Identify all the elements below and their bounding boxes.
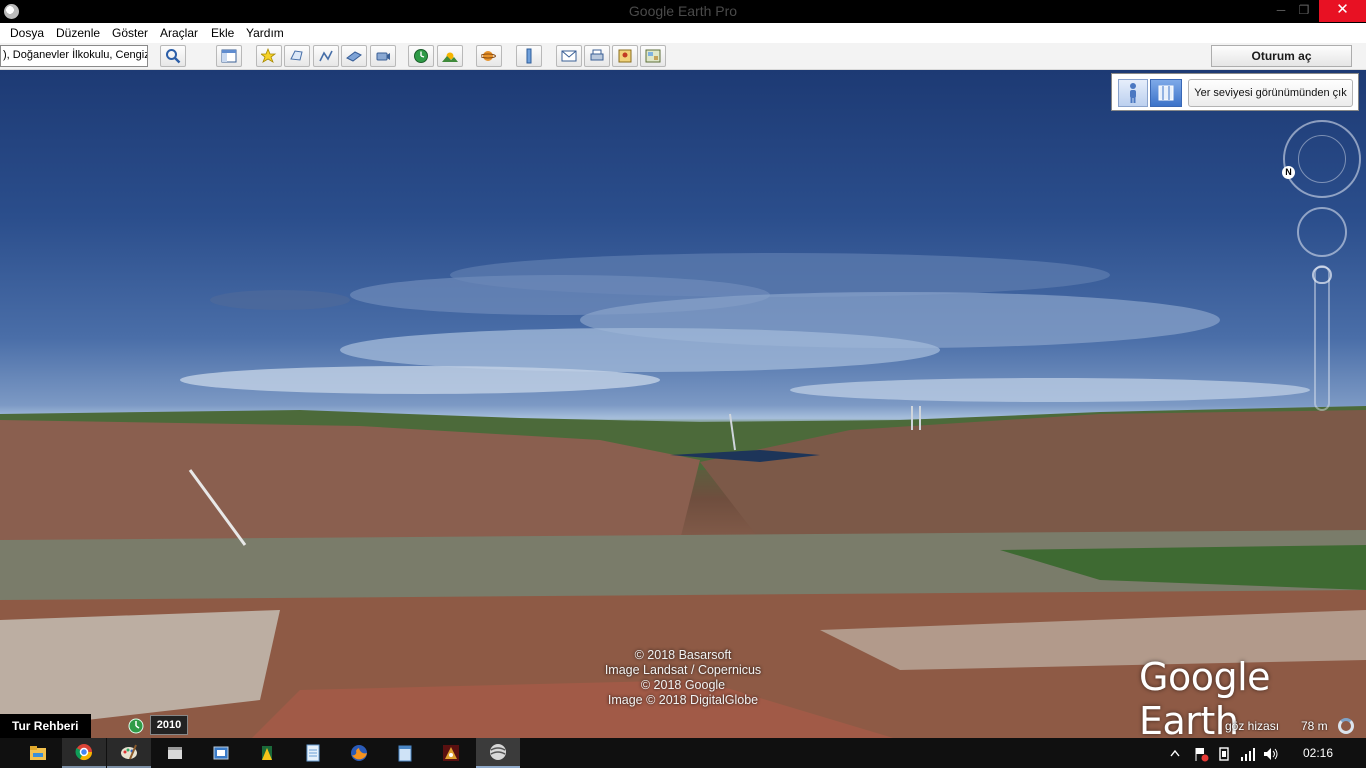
- taskbar-app-window[interactable]: [153, 738, 197, 768]
- sidebar-toggle-button[interactable]: [216, 45, 242, 67]
- notes-icon: [398, 745, 412, 762]
- add-image-overlay-button[interactable]: [341, 45, 367, 67]
- image-overlay-icon: [346, 51, 362, 62]
- sign-in-button[interactable]: Oturum aç: [1211, 45, 1352, 67]
- menu-help[interactable]: Yardım: [246, 26, 284, 40]
- ruler-button[interactable]: [516, 45, 542, 67]
- sunlight-icon: [442, 52, 458, 62]
- menu-edit[interactable]: Düzenle: [56, 26, 100, 40]
- menu-tools[interactable]: Araçlar: [160, 26, 198, 40]
- taskbar-game[interactable]: [429, 738, 473, 768]
- menu-add[interactable]: Ekle: [211, 26, 234, 40]
- search-button[interactable]: [160, 45, 186, 67]
- attribution-line: Image © 2018 DigitalGlobe: [607, 693, 759, 707]
- email-button[interactable]: [556, 45, 582, 67]
- taskbar-visual-app[interactable]: [245, 738, 289, 768]
- save-image-button[interactable]: [612, 45, 638, 67]
- firefox-icon: [351, 745, 367, 761]
- windows-taskbar: 02:16: [0, 738, 1366, 768]
- print-icon: [590, 49, 604, 61]
- taskbar-task-window[interactable]: [199, 738, 243, 768]
- save-image-icon: [618, 49, 632, 63]
- polygon-icon: [290, 50, 303, 61]
- historical-imagery-clock-icon[interactable]: [128, 718, 144, 734]
- imagery-attribution: © 2018 Basarsoft Image Landsat / Coperni…: [560, 648, 806, 708]
- exit-ground-level-button[interactable]: Yer seviyesi görünümünden çık: [1188, 79, 1353, 107]
- app-window-icon: [168, 747, 182, 759]
- planets-button[interactable]: [476, 45, 502, 67]
- altitude-readout: 78 m: [1301, 719, 1328, 733]
- attribution-line: © 2018 Basarsoft: [634, 648, 732, 662]
- taskbar-firefox[interactable]: [337, 738, 381, 768]
- historical-imagery-icon: [414, 49, 428, 63]
- eye-level-label: göz hizası: [1225, 719, 1280, 733]
- network-signal-icon[interactable]: [1240, 746, 1256, 762]
- record-tour-icon: [376, 52, 390, 61]
- window-title: Google Earth Pro: [628, 3, 738, 19]
- menu-bar: Dosya Düzenle Göster Araçlar Ekle Yardım: [0, 23, 1366, 43]
- person-icon: [1130, 83, 1136, 103]
- cloud-layer: [180, 253, 1310, 402]
- planets-icon: [481, 51, 496, 61]
- title-bar: Google Earth Pro ─ ❐ ✕: [0, 0, 1366, 23]
- google-earth-icon: [490, 744, 506, 760]
- toolbar: ), Doğanevler İlkokulu, Cengiz Topel: [0, 43, 1366, 70]
- attribution-line: © 2018 Google: [640, 678, 726, 692]
- zoom-slider-handle[interactable]: [1311, 265, 1333, 285]
- taskbar-google-earth[interactable]: [476, 738, 520, 768]
- search-icon: [166, 49, 181, 64]
- look-joystick-center[interactable]: [1298, 135, 1346, 183]
- view-in-maps-icon: [645, 49, 661, 63]
- search-input[interactable]: ), Doğanevler İlkokulu, Cengiz Topel: [0, 45, 148, 67]
- taskbar-clock[interactable]: 02:16: [1303, 746, 1333, 760]
- notepad-icon: [306, 744, 320, 762]
- streaming-progress-icon: [1338, 718, 1354, 734]
- show-hidden-icons-chevron-icon[interactable]: [1170, 749, 1180, 757]
- taskbar-file-explorer[interactable]: [16, 738, 60, 768]
- taskbar-chrome[interactable]: [62, 738, 106, 768]
- sunlight-button[interactable]: [437, 45, 463, 67]
- street-view-button[interactable]: [1150, 79, 1182, 107]
- record-tour-button[interactable]: [370, 45, 396, 67]
- taskbar-notes[interactable]: [383, 738, 427, 768]
- paint-icon: [121, 744, 137, 760]
- menu-view[interactable]: Göster: [112, 26, 148, 40]
- game-icon: [443, 745, 459, 761]
- ground-level-panel: Yer seviyesi görünümünden çık: [1111, 73, 1359, 111]
- placemark-icon: [261, 48, 277, 63]
- file-explorer-icon: [30, 746, 46, 760]
- historical-imagery-button[interactable]: [408, 45, 434, 67]
- street-view-icon: [1158, 85, 1174, 101]
- attribution-line: Image Landsat / Copernicus: [604, 663, 762, 677]
- add-placemark-button[interactable]: [256, 45, 282, 67]
- add-path-button[interactable]: [313, 45, 339, 67]
- flag-alert-icon[interactable]: [1193, 746, 1209, 762]
- zoom-slider[interactable]: [1314, 265, 1330, 411]
- tour-guide-button[interactable]: Tur Rehberi: [0, 714, 91, 738]
- add-polygon-button[interactable]: [284, 45, 310, 67]
- menu-file[interactable]: Dosya: [10, 26, 44, 40]
- move-joystick[interactable]: [1297, 207, 1347, 257]
- print-button[interactable]: [584, 45, 610, 67]
- email-icon: [561, 50, 577, 62]
- path-icon: [319, 50, 333, 62]
- volume-icon[interactable]: [1263, 746, 1279, 762]
- taskbar-paint[interactable]: [107, 738, 151, 768]
- imagery-year-badge[interactable]: 2010: [150, 715, 188, 735]
- visual-icon: [262, 746, 272, 760]
- north-indicator[interactable]: N: [1282, 166, 1295, 179]
- sidebar-icon: [221, 49, 237, 63]
- close-button[interactable]: ✕: [1319, 0, 1366, 22]
- view-in-maps-button[interactable]: [640, 45, 666, 67]
- device-icon[interactable]: [1216, 746, 1232, 762]
- taskbar-notepad[interactable]: [291, 738, 335, 768]
- earth-3d-view[interactable]: Yer seviyesi görünümünden çık N © 2018 B…: [0, 70, 1366, 740]
- task-window-icon: [213, 746, 229, 760]
- pegman-button[interactable]: [1118, 79, 1148, 107]
- chrome-icon: [75, 744, 93, 761]
- ruler-icon: [526, 48, 532, 64]
